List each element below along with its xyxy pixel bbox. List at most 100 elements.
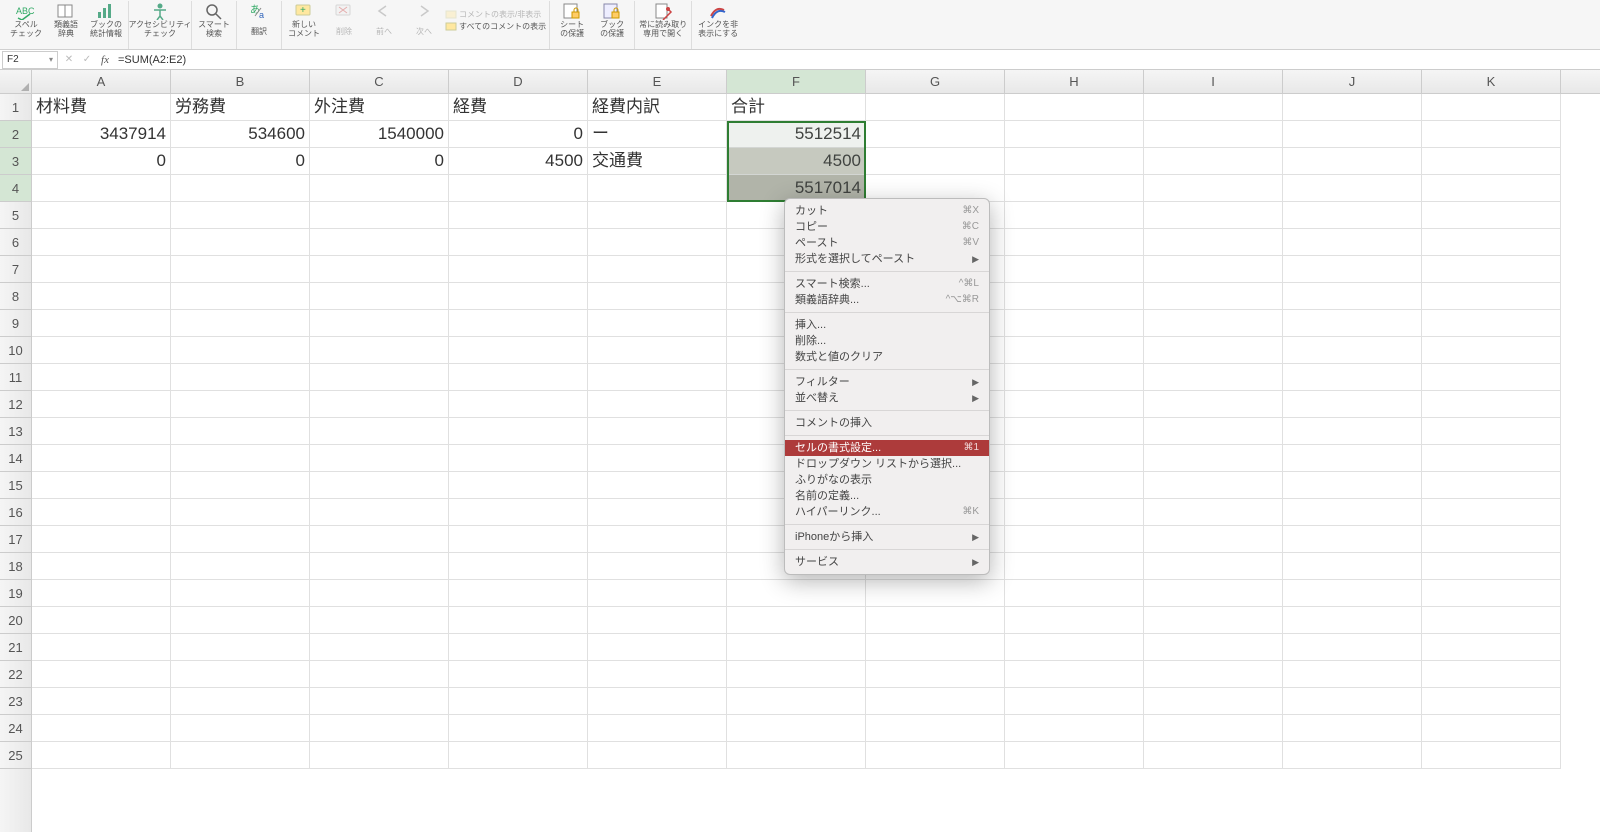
cell[interactable]: [588, 742, 727, 769]
cell[interactable]: [1144, 472, 1283, 499]
cell[interactable]: [1144, 553, 1283, 580]
cell[interactable]: [1005, 499, 1144, 526]
cell[interactable]: [1005, 283, 1144, 310]
cell[interactable]: [1144, 526, 1283, 553]
cell[interactable]: [171, 688, 310, 715]
cell[interactable]: [32, 364, 171, 391]
cell[interactable]: [1283, 148, 1422, 175]
cell[interactable]: [1144, 661, 1283, 688]
row-header[interactable]: 18: [0, 553, 31, 580]
cell[interactable]: [1144, 121, 1283, 148]
cell[interactable]: [588, 661, 727, 688]
cell[interactable]: [1283, 229, 1422, 256]
cell[interactable]: [1005, 364, 1144, 391]
column-header[interactable]: E: [588, 70, 727, 93]
cell[interactable]: [1005, 337, 1144, 364]
name-box-dropdown-icon[interactable]: ▾: [49, 55, 53, 64]
cell[interactable]: [449, 256, 588, 283]
cell[interactable]: [588, 688, 727, 715]
ctx-furigana[interactable]: ふりがなの表示: [785, 472, 989, 488]
row-header[interactable]: 3: [0, 148, 31, 175]
cell[interactable]: [171, 175, 310, 202]
cell[interactable]: [1283, 715, 1422, 742]
cell[interactable]: [866, 715, 1005, 742]
cell[interactable]: [449, 202, 588, 229]
cell[interactable]: [1005, 472, 1144, 499]
cell[interactable]: [1005, 121, 1144, 148]
ctx-format-cells[interactable]: セルの書式設定...⌘1: [785, 440, 989, 456]
cell[interactable]: [32, 661, 171, 688]
ctx-iphone-insert[interactable]: iPhoneから挿入▶: [785, 529, 989, 545]
cell[interactable]: [310, 445, 449, 472]
cell[interactable]: [1283, 526, 1422, 553]
cell[interactable]: [171, 499, 310, 526]
cell[interactable]: [1144, 607, 1283, 634]
cell[interactable]: [171, 229, 310, 256]
cell[interactable]: [310, 256, 449, 283]
cell[interactable]: [171, 310, 310, 337]
cell[interactable]: [1144, 283, 1283, 310]
cell[interactable]: [1422, 229, 1561, 256]
ctx-clear[interactable]: 数式と値のクリア: [785, 349, 989, 365]
row-header[interactable]: 16: [0, 499, 31, 526]
cell[interactable]: [1422, 148, 1561, 175]
cell[interactable]: [310, 283, 449, 310]
cell[interactable]: [1005, 580, 1144, 607]
cell[interactable]: [1144, 256, 1283, 283]
cell[interactable]: [1005, 688, 1144, 715]
cell[interactable]: [1005, 148, 1144, 175]
cell[interactable]: [1144, 445, 1283, 472]
cell[interactable]: 経費内訳: [588, 94, 727, 121]
cell[interactable]: [866, 688, 1005, 715]
column-header[interactable]: B: [171, 70, 310, 93]
cell[interactable]: [32, 688, 171, 715]
row-header[interactable]: 14: [0, 445, 31, 472]
cell[interactable]: [171, 418, 310, 445]
cell[interactable]: [1422, 175, 1561, 202]
cell[interactable]: [1144, 634, 1283, 661]
thesaurus-button[interactable]: 類義語 辞典: [47, 1, 85, 41]
cell[interactable]: [310, 715, 449, 742]
ctx-paste-special[interactable]: 形式を選択してペースト▶: [785, 251, 989, 267]
cell[interactable]: [1144, 364, 1283, 391]
ctx-cut[interactable]: カット⌘X: [785, 203, 989, 219]
cell[interactable]: [588, 256, 727, 283]
row-header[interactable]: 1: [0, 94, 31, 121]
cell[interactable]: [171, 553, 310, 580]
cell[interactable]: [449, 283, 588, 310]
cell[interactable]: [1005, 418, 1144, 445]
cell[interactable]: [866, 634, 1005, 661]
protect-book-button[interactable]: ブック の保護: [593, 1, 631, 41]
cell[interactable]: [171, 634, 310, 661]
cell[interactable]: [32, 499, 171, 526]
cell[interactable]: [1422, 715, 1561, 742]
cell[interactable]: 合計: [727, 94, 866, 121]
cell[interactable]: [32, 202, 171, 229]
row-header[interactable]: 7: [0, 256, 31, 283]
cell[interactable]: [1283, 202, 1422, 229]
cell[interactable]: [588, 229, 727, 256]
cell[interactable]: [1422, 364, 1561, 391]
protect-sheet-button[interactable]: シート の保護: [553, 1, 591, 41]
cell[interactable]: [1005, 607, 1144, 634]
translate-button[interactable]: あa 翻訳: [240, 1, 278, 39]
accept-formula-button[interactable]: ✓: [78, 54, 96, 65]
cell[interactable]: [866, 580, 1005, 607]
cell[interactable]: [1144, 310, 1283, 337]
cell[interactable]: [1422, 445, 1561, 472]
cell[interactable]: [1422, 94, 1561, 121]
cell[interactable]: [1144, 742, 1283, 769]
cell[interactable]: [1005, 661, 1144, 688]
cell[interactable]: [1283, 634, 1422, 661]
cell[interactable]: [1283, 499, 1422, 526]
cell[interactable]: [449, 742, 588, 769]
cell[interactable]: [588, 283, 727, 310]
cell[interactable]: [310, 391, 449, 418]
row-header[interactable]: 19: [0, 580, 31, 607]
cell[interactable]: [1283, 418, 1422, 445]
next-comment-button[interactable]: 次へ: [405, 1, 443, 41]
cell[interactable]: [1144, 688, 1283, 715]
cell[interactable]: [866, 94, 1005, 121]
cell[interactable]: [171, 337, 310, 364]
column-header[interactable]: I: [1144, 70, 1283, 93]
